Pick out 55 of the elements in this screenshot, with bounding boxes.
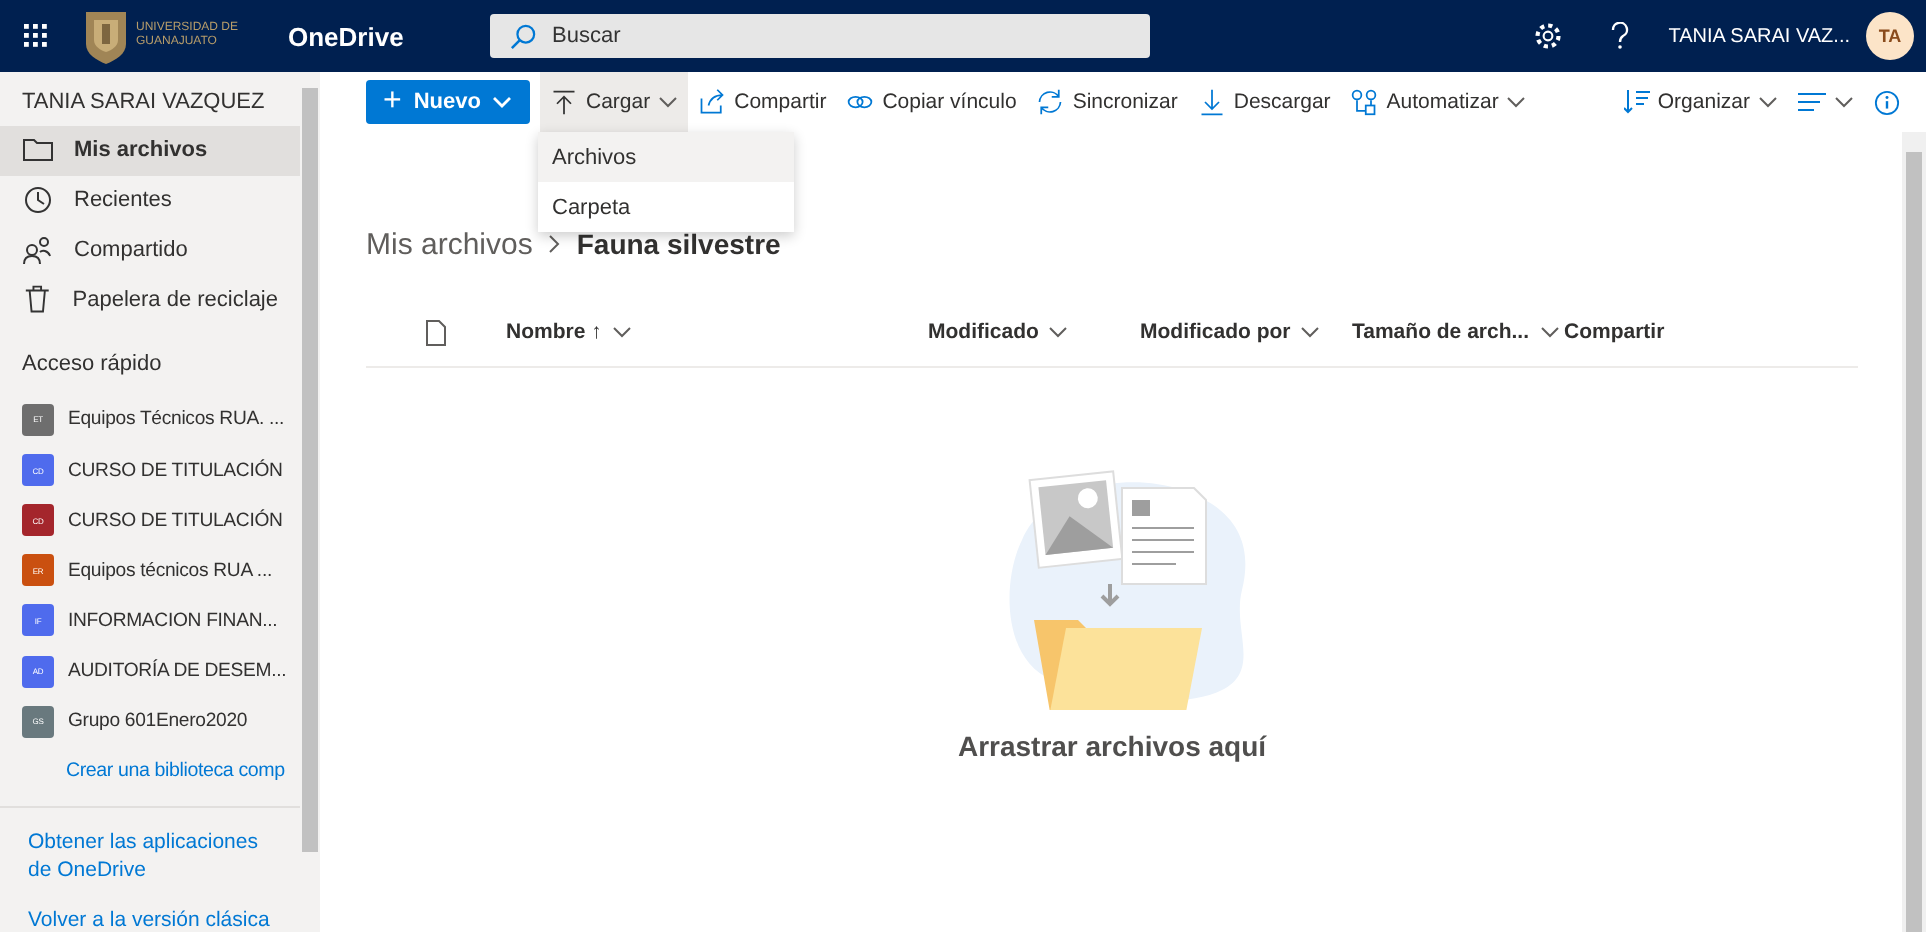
toolbar-button[interactable]: Copiar vínculo	[836, 72, 1027, 132]
lines-icon	[1798, 92, 1826, 112]
sort-button[interactable]: Organizar	[1613, 72, 1788, 132]
waffle-icon	[24, 24, 48, 48]
download-icon	[1197, 88, 1226, 116]
column-header[interactable]: Compartir	[1564, 320, 1665, 344]
sort-icon	[1623, 90, 1650, 114]
column-header[interactable]: Modificado por	[1140, 320, 1291, 344]
folder-icon	[22, 134, 54, 167]
footer-link[interactable]: Volver a la versión clásica	[28, 908, 272, 932]
toolbar-button[interactable]: Cargar	[540, 72, 689, 132]
breadcrumb-item[interactable]: Fauna silvestre	[576, 228, 781, 260]
column-header[interactable]: Modificado	[928, 320, 1039, 344]
file-type-icon	[426, 319, 446, 345]
toolbar-button[interactable]: Sincronizar	[1026, 72, 1188, 132]
sync-icon	[1036, 88, 1065, 116]
search-field[interactable]: Buscar	[490, 14, 1150, 58]
user-name[interactable]: TANIA SARAI VAZ...	[1668, 25, 1850, 47]
breadcrumb-item[interactable]: Mis archivos	[366, 227, 533, 261]
column-header[interactable]: Nombre ↑	[506, 320, 602, 344]
nav-item[interactable]: Recientes	[0, 175, 300, 226]
chevron-icon	[1834, 96, 1854, 108]
gear-icon	[1534, 22, 1563, 50]
nav-item[interactable]: Compartido	[0, 225, 300, 275]
chevron-icon	[1758, 96, 1778, 108]
question-icon	[1610, 22, 1631, 50]
toolbar-button[interactable]: Automatizar	[1340, 72, 1537, 132]
crest-icon	[84, 8, 128, 64]
toolbar-button[interactable]: Compartir	[688, 72, 837, 132]
nav-item[interactable]: Mis archivos	[0, 126, 300, 176]
trash-icon	[22, 283, 53, 316]
people-icon	[22, 234, 54, 267]
search-icon	[510, 24, 536, 50]
clock-icon	[22, 184, 54, 217]
user-name: TANIA SARAI VAZQUEZ	[20, 88, 267, 118]
app-name[interactable]: OneDrive	[288, 21, 488, 51]
info-icon	[1874, 89, 1900, 115]
section-title: Acceso rápido	[20, 350, 164, 381]
chevron-icon	[548, 234, 561, 254]
create-library-link[interactable]: Crear una biblioteca comp	[66, 760, 285, 783]
footer-link[interactable]: Obtener las aplicaciones de OneDrive	[28, 828, 272, 885]
nav-item[interactable]: Papelera de reciclaje	[0, 274, 300, 325]
toolbar-button[interactable]: Descargar	[1187, 72, 1341, 132]
column-header[interactable]: Tamaño de arch...	[1352, 320, 1529, 344]
upload-icon	[550, 88, 578, 116]
avatar[interactable]: TA	[1866, 12, 1914, 60]
share-icon	[698, 88, 727, 116]
chevron-icon	[492, 96, 513, 108]
menu-item[interactable]: Archivos	[538, 132, 794, 182]
new-button[interactable]: + Nuevo	[366, 80, 530, 124]
flow-icon	[1350, 88, 1379, 116]
scrollbar[interactable]	[300, 72, 320, 932]
menu-item[interactable]: Carpeta	[538, 182, 794, 232]
scrollbar[interactable]	[1902, 132, 1926, 932]
empty-message: Arrastrar archivos aquí	[957, 730, 1267, 762]
